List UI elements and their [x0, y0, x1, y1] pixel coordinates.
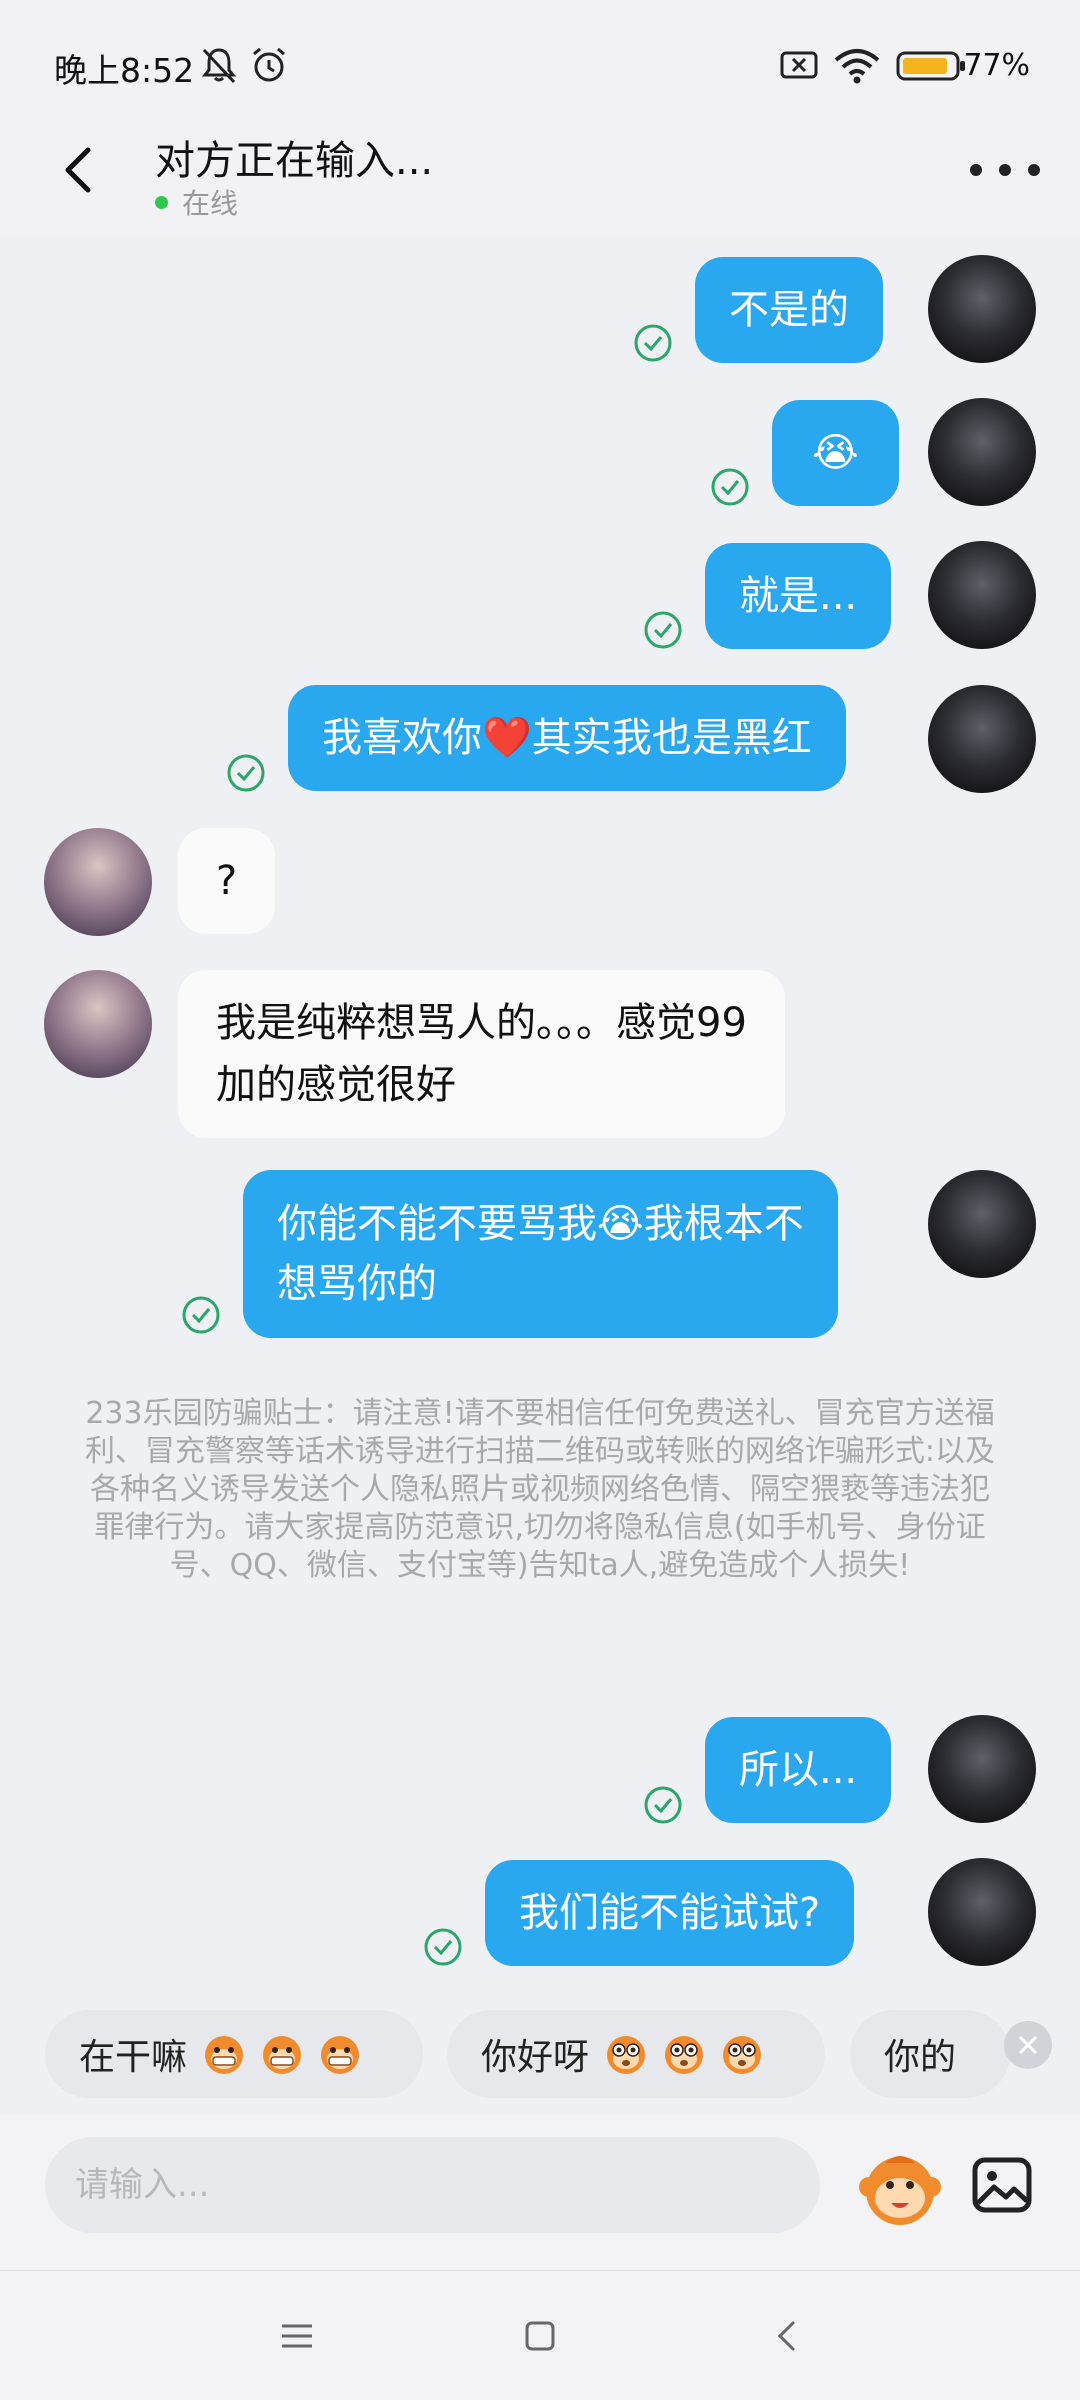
read-check-icon [634, 324, 672, 362]
quick-reply-bar: 在干嘛 你好呀 你的 [0, 1985, 1080, 2115]
message-text-line: 你能不能不要骂我😭我根本不 [277, 1201, 804, 1247]
message-list[interactable]: 不是的 😭 就是... 我喜欢你❤️其实我也是黑红 ? 我是纯粹想骂人的。。。感… [0, 235, 1080, 1985]
more-options-button[interactable] [970, 150, 1040, 190]
monkey-emoji-icon [321, 2036, 360, 2074]
friend-avatar[interactable] [44, 970, 152, 1078]
wifi-icon [834, 49, 880, 84]
battery-icon [896, 51, 965, 81]
close-icon [1019, 2036, 1037, 2054]
monkey-emoji-icon [607, 2036, 646, 2074]
message-text-line: 我是纯粹想骂人的。。。感觉99 [216, 1000, 747, 1046]
my-message-bubble[interactable]: 所以... [705, 1717, 892, 1823]
monkey-emoji-icon [723, 2036, 762, 2074]
message-text: 😭 [812, 430, 859, 476]
close-quick-replies-button[interactable] [1004, 2021, 1052, 2069]
my-message-bubble[interactable]: 我喜欢你❤️其实我也是黑红 [288, 685, 846, 791]
online-dot [155, 195, 168, 209]
my-avatar[interactable] [928, 255, 1036, 363]
my-avatar[interactable] [928, 1170, 1036, 1278]
quick-reply-label: 你好呀 [481, 2037, 590, 2078]
read-check-icon [644, 1786, 682, 1824]
chat-header: 对方正在输入... 在线 [0, 110, 1080, 235]
my-message-bubble[interactable]: 不是的 [695, 257, 883, 363]
message-text-line: 想骂你的 [277, 1261, 437, 1307]
menu-icon[interactable] [272, 2311, 322, 2361]
dot-icon [970, 164, 982, 176]
friend-avatar[interactable] [44, 828, 152, 936]
quick-reply-chip[interactable]: 你好呀 [447, 2010, 825, 2098]
quick-reply-chip[interactable]: 在干嘛 [45, 2010, 423, 2098]
alarm-icon [253, 47, 285, 82]
monkey-emoji-icon [665, 2036, 704, 2074]
my-avatar[interactable] [928, 1715, 1036, 1823]
image-picker-icon[interactable] [970, 2153, 1034, 2217]
my-avatar[interactable] [928, 541, 1036, 649]
dot-icon [999, 164, 1011, 176]
battery-percent: 77% [963, 48, 1030, 83]
back-arrow-icon[interactable] [50, 140, 110, 200]
emoji-button-icon[interactable] [855, 2143, 945, 2233]
message-text-line: 加的感觉很好 [216, 1062, 456, 1108]
status-time: 晚上8:52 [54, 51, 195, 90]
monkey-emoji-icon [205, 2036, 244, 2074]
online-label: 在线 [182, 187, 239, 220]
read-check-icon [711, 468, 749, 506]
system-nav-bar [0, 2270, 1080, 2400]
anti-fraud-tip: 233乐园防骗贴士：请注意!请不要相信任何免费送礼、冒充官方送福利、冒充警察等话… [84, 1396, 996, 1583]
friend-message-bubble[interactable]: 我是纯粹想骂人的。。。感觉99 加的感觉很好 [178, 970, 785, 1138]
my-avatar[interactable] [928, 398, 1036, 506]
mute-bell-icon [201, 48, 237, 84]
quick-reply-label: 你的 [884, 2037, 957, 2078]
online-status: 在线 [155, 182, 238, 222]
read-check-icon [424, 1928, 462, 1966]
my-message-bubble[interactable]: 我们能不能试试? [485, 1860, 855, 1966]
my-message-bubble[interactable]: 😭 [772, 400, 899, 506]
read-check-icon [182, 1296, 220, 1334]
quick-reply-chip[interactable]: 你的 [850, 2010, 1010, 2098]
my-message-bubble[interactable]: 就是... [705, 543, 892, 649]
my-avatar[interactable] [928, 1858, 1036, 1966]
no-sim-icon [780, 51, 818, 79]
message-text: 我喜欢你❤️其实我也是黑红 [322, 715, 812, 761]
my-message-bubble[interactable]: 你能不能不要骂我😭我根本不 想骂你的 [243, 1170, 838, 1338]
monkey-emoji-icon [263, 2036, 302, 2074]
back-nav-icon[interactable] [763, 2311, 813, 2361]
read-check-icon [644, 611, 682, 649]
input-bar [0, 2115, 1080, 2275]
message-input[interactable] [45, 2137, 820, 2233]
message-text: 我们能不能试试? [519, 1890, 821, 1936]
message-text: 所以... [739, 1747, 858, 1793]
message-text: ? [216, 858, 238, 904]
message-text: 就是... [739, 573, 858, 619]
message-text: 不是的 [729, 287, 849, 333]
quick-reply-label: 在干嘛 [79, 2037, 188, 2078]
dot-icon [1028, 164, 1040, 176]
friend-message-bubble[interactable]: ? [178, 828, 276, 934]
chat-title: 对方正在输入... [155, 138, 434, 184]
home-icon[interactable] [515, 2311, 565, 2361]
read-check-icon [227, 754, 265, 792]
my-avatar[interactable] [928, 685, 1036, 793]
